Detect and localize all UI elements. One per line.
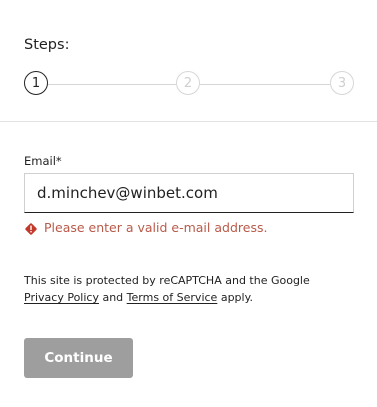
terms-of-service-link[interactable]: Terms of Service (127, 291, 218, 304)
section-divider (0, 121, 377, 122)
step-2-indicator: 2 (176, 71, 200, 95)
step-3-indicator: 3 (330, 71, 354, 95)
step-1-indicator: 1 (24, 71, 48, 95)
recaptcha-notice: This site is protected by reCAPTCHA and … (24, 272, 354, 306)
recaptcha-prefix: This site is protected by reCAPTCHA and … (24, 274, 310, 287)
recaptcha-suffix: apply. (220, 291, 254, 304)
email-input[interactable] (24, 173, 354, 213)
stepper: 1 2 3 (24, 71, 354, 99)
continue-button[interactable]: Continue (24, 338, 133, 378)
recaptcha-and: and (102, 291, 124, 304)
steps-title: Steps: (24, 37, 70, 53)
privacy-policy-link[interactable]: Privacy Policy (24, 291, 99, 304)
step-connector-1 (48, 84, 176, 85)
email-error: Please enter a valid e-mail address. (24, 220, 267, 235)
email-label: Email* (24, 154, 62, 168)
step-connector-2 (200, 84, 330, 85)
email-error-text: Please enter a valid e-mail address. (44, 220, 268, 235)
warning-diamond-icon (24, 221, 38, 235)
